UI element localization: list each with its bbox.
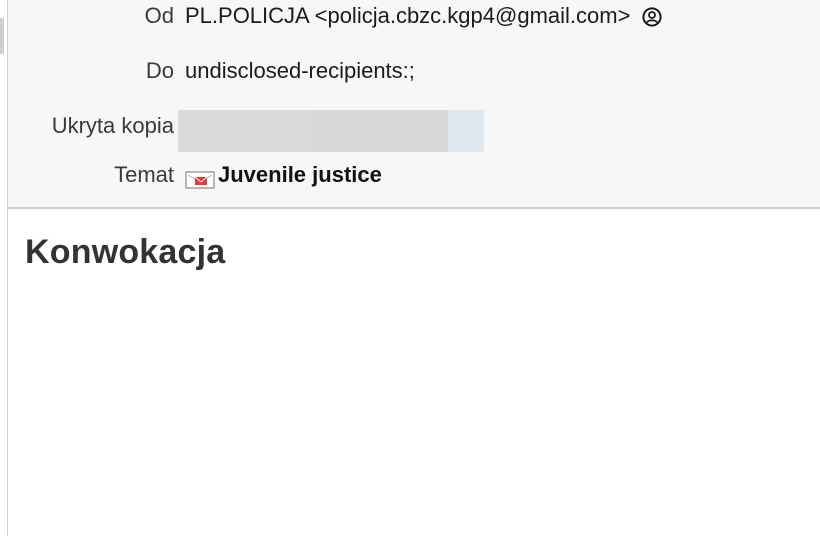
bcc-label: Ukryta kopia [51, 113, 174, 138]
subject-value: Juvenile justice [185, 160, 382, 190]
scrollbar-thumb[interactable] [0, 18, 4, 54]
left-pane-border [0, 0, 8, 536]
redaction-block [178, 110, 312, 152]
from-label: Od [144, 3, 174, 28]
message-icon [185, 167, 215, 189]
subject-text: Juvenile justice [218, 162, 382, 187]
header-row-to: Do undisclosed-recipients:; [8, 56, 820, 86]
to-label: Do [145, 58, 174, 83]
bcc-redacted-value [178, 110, 484, 152]
message-header-pane: Od PL.POLICJA <policja.cbzc.kgp4@gmail.c… [8, 0, 820, 209]
header-row-subject: Temat Juvenile justice [8, 160, 820, 190]
redaction-block [448, 110, 484, 152]
to-value[interactable]: undisclosed-recipients:; [185, 56, 415, 86]
message-body: Konwokacja [8, 209, 820, 536]
redaction-block [312, 110, 448, 152]
header-row-from: Od PL.POLICJA <policja.cbzc.kgp4@gmail.c… [8, 1, 820, 31]
subject-label: Temat [114, 162, 174, 187]
contact-icon[interactable] [642, 5, 663, 27]
body-heading: Konwokacja [25, 233, 226, 271]
email-message-window: Od PL.POLICJA <policja.cbzc.kgp4@gmail.c… [0, 0, 820, 536]
from-value[interactable]: PL.POLICJA <policja.cbzc.kgp4@gmail.com> [185, 1, 663, 31]
sender-address[interactable]: PL.POLICJA <policja.cbzc.kgp4@gmail.com> [185, 1, 630, 31]
